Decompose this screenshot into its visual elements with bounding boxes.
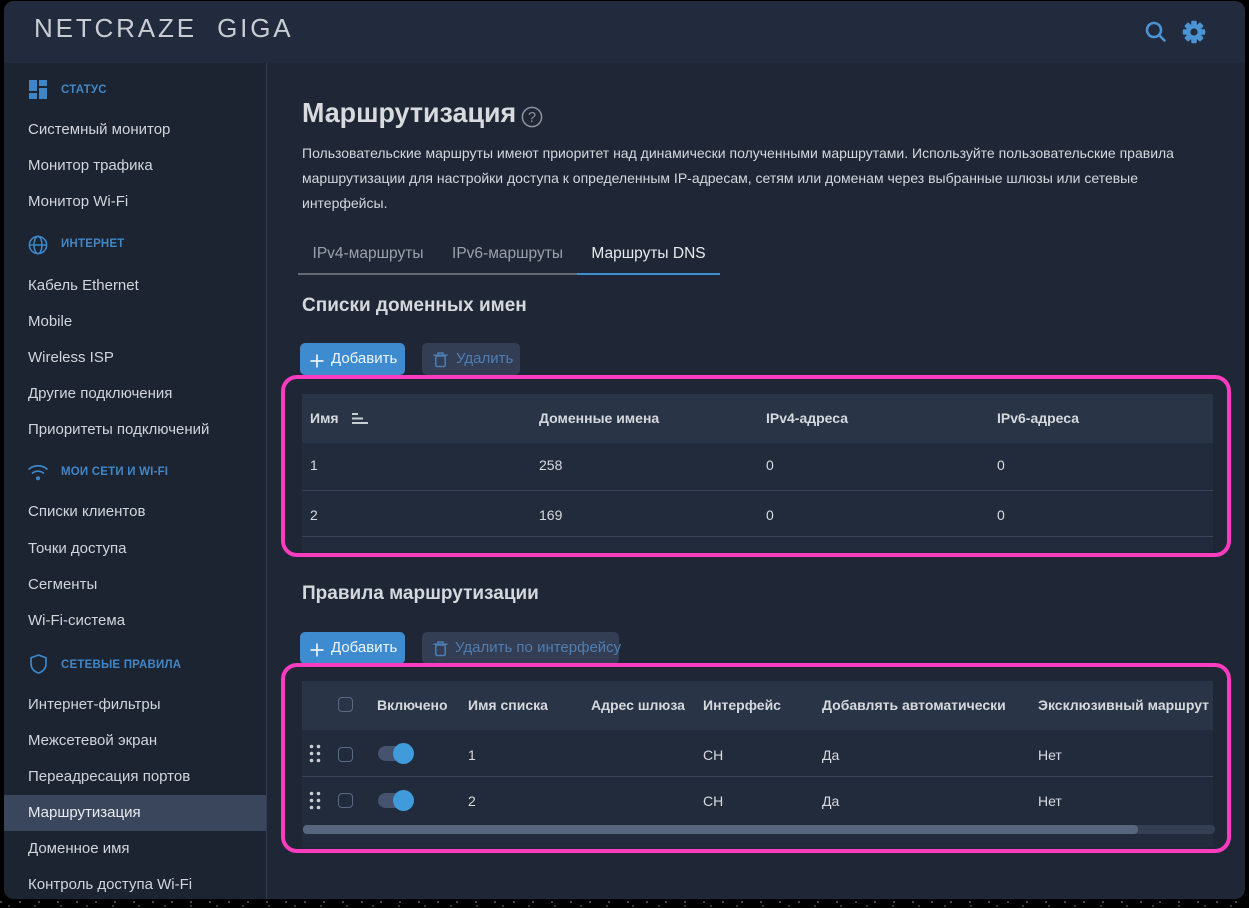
svg-text:?: ? — [528, 110, 536, 126]
